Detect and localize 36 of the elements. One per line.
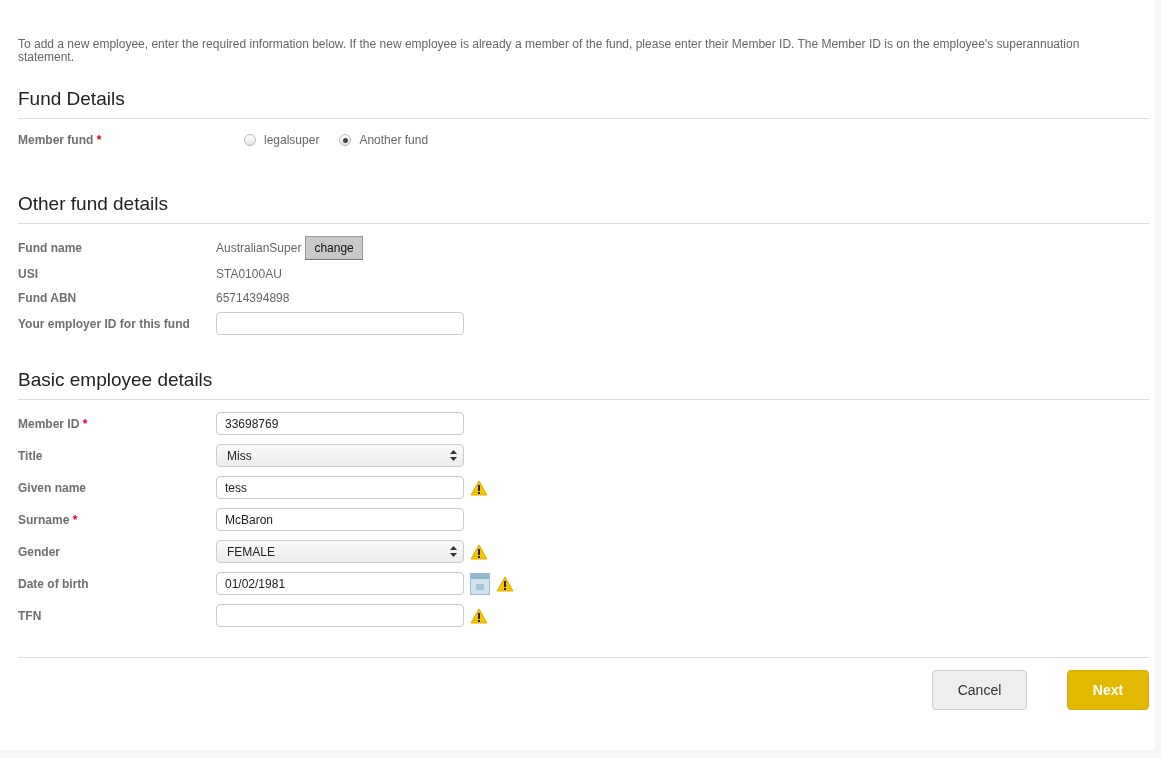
field-label: TFN: [18, 608, 43, 623]
field-value: STA0100AU: [216, 267, 282, 282]
field-label: Fund name: [18, 241, 83, 256]
radio-button[interactable]: [339, 134, 352, 147]
field-label: USI: [18, 267, 39, 282]
field-label: Date of birth: [18, 576, 90, 591]
dropdown-arrows-icon: [450, 450, 457, 462]
input-field[interactable]: McBaron: [216, 508, 464, 532]
dropdown-arrows-icon: [450, 546, 457, 558]
change-button[interactable]: change: [305, 236, 363, 261]
field-label: Fund ABN: [18, 291, 78, 306]
section-heading: Fund Details: [18, 88, 1149, 120]
dropdown[interactable]: Miss: [216, 444, 464, 468]
input-field[interactable]: tess: [216, 476, 464, 500]
input-field[interactable]: 01/02/1981: [216, 572, 464, 596]
field-label: Member fund *: [18, 133, 103, 148]
input-field[interactable]: [216, 312, 464, 336]
field-label: Member ID *: [18, 416, 89, 431]
field-value: 65714394898: [216, 291, 290, 306]
input-field[interactable]: 33698769: [216, 412, 464, 436]
field-value: AustralianSuper: [216, 241, 302, 256]
field-label: Title: [18, 448, 44, 463]
field-label: Gender: [18, 544, 61, 559]
intro-text: To add a new employee, enter the required information below. If the new employee is already a member of the fund, please enter their Member ID. The Member ID is on the employee's superannuation statement.: [18, 38, 1081, 65]
radio-option[interactable]: legalsuper: [244, 133, 320, 148]
section-heading: Basic employee details: [18, 369, 1149, 401]
calendar-icon[interactable]: [470, 572, 490, 595]
dropdown[interactable]: FEMALE: [216, 540, 464, 564]
radio-option[interactable]: Another fund: [339, 133, 429, 148]
section-heading: Other fund details: [18, 193, 1149, 225]
input-field[interactable]: [216, 604, 464, 628]
cancel-button[interactable]: Cancel: [932, 670, 1027, 711]
field-label: Given name: [18, 480, 88, 495]
radio-button[interactable]: [244, 134, 256, 147]
field-label: Your employer ID for this fund: [18, 316, 191, 331]
field-label: Surname *: [18, 512, 79, 527]
